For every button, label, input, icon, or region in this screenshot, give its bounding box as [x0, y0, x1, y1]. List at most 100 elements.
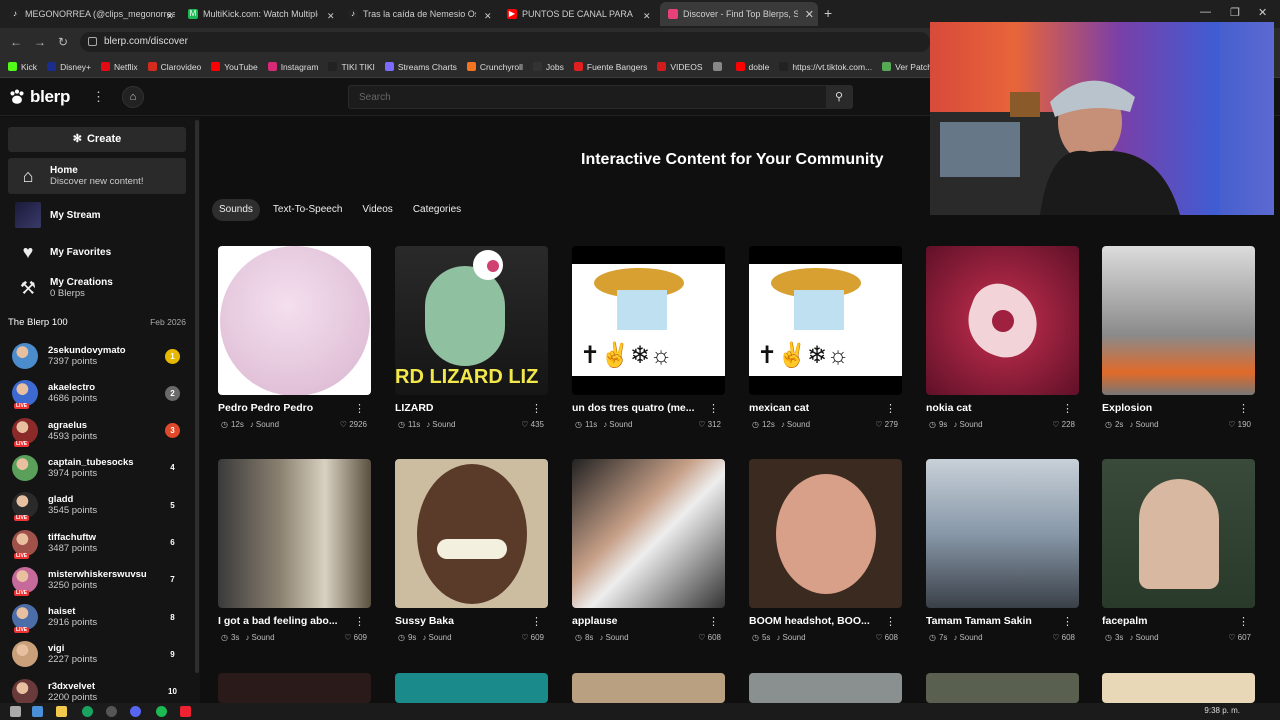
card-more-icon[interactable]: ⋮: [531, 615, 542, 628]
discord-icon[interactable]: [130, 706, 141, 717]
spotify-icon[interactable]: [156, 706, 167, 717]
bookmark-item[interactable]: Crunchyroll: [466, 62, 523, 72]
sound-card[interactable]: nokia cat ⋮ ◷ 9s ♪ Sound ♡ 228: [926, 246, 1079, 429]
home-icon[interactable]: ⌂: [122, 86, 144, 108]
sound-thumbnail[interactable]: [926, 459, 1079, 608]
sound-thumbnail[interactable]: [749, 673, 902, 703]
tab-categories[interactable]: Categories: [406, 199, 468, 221]
close-window-icon[interactable]: ✕: [1258, 6, 1267, 19]
bookmark-item[interactable]: Jobs: [532, 62, 564, 72]
sound-title[interactable]: Sussy Baka: [395, 615, 530, 627]
leaderboard-row[interactable]: LIVE haiset 2916 points 8: [12, 600, 184, 634]
tab-text-to-speech[interactable]: Text-To-Speech: [266, 199, 349, 221]
sound-likes[interactable]: ♡ 608: [875, 633, 898, 642]
sound-thumbnail[interactable]: [395, 459, 548, 608]
search-icon[interactable]: ⚲: [826, 86, 852, 108]
chrome-icon[interactable]: [82, 706, 93, 717]
widgets-icon[interactable]: [10, 706, 21, 717]
start-icon[interactable]: [32, 706, 43, 717]
leaderboard-row[interactable]: LIVE gladd 3545 points 5: [12, 488, 184, 522]
bookmark-item[interactable]: Clarovideo: [147, 62, 201, 72]
sound-thumbnail[interactable]: ✝✌❄☼: [572, 246, 725, 395]
leaderboard-row[interactable]: captain_tubesocks 3974 points 4: [12, 451, 184, 485]
sound-thumbnail[interactable]: [218, 673, 371, 703]
sound-title[interactable]: Explosion: [1102, 402, 1237, 414]
sound-likes[interactable]: ♡ 190: [1228, 420, 1251, 429]
leaderboard-row[interactable]: vigi 2227 points 9: [12, 637, 184, 671]
tab-videos[interactable]: Videos: [355, 199, 399, 221]
card-more-icon[interactable]: ⋮: [708, 402, 719, 415]
sound-title[interactable]: mexican cat: [749, 402, 884, 414]
browser-tab-active[interactable]: Discover - Find Top Blerps, Streaming ✕: [660, 2, 818, 26]
sound-card[interactable]: I got a bad feeling abo... ⋮ ◷ 3s ♪ Sound ♡ 60…: [218, 459, 371, 642]
bookmark-item[interactable]: Streams Charts: [384, 62, 457, 72]
card-more-icon[interactable]: ⋮: [1062, 402, 1073, 415]
browser-tab[interactable]: ♪ Tras la caída de Nemesio Oseguera: [348, 4, 476, 24]
sound-card[interactable]: facepalm ⋮ ◷ 3s ♪ Sound ♡ 607: [1102, 459, 1255, 642]
sidebar-item-home[interactable]: ⌂ Home Discover new content!: [8, 158, 186, 194]
leaderboard-row[interactable]: 2sekundovymato 7397 points 1: [12, 339, 184, 373]
sound-card[interactable]: BOOM headshot, BOO... ⋮ ◷ 5s ♪ Sound ♡ 608: [749, 459, 902, 642]
sound-card[interactable]: Explosion ⋮ ◷ 2s ♪ Sound ♡ 190: [1102, 246, 1255, 429]
sound-title[interactable]: Tamam Tamam Sakin: [926, 615, 1061, 627]
sound-thumbnail[interactable]: ✝✌❄☼: [749, 246, 902, 395]
app-icon[interactable]: [106, 706, 117, 717]
tab-sounds[interactable]: Sounds: [212, 199, 260, 221]
url-field[interactable]: blerp.com/discover: [80, 32, 930, 52]
sound-likes[interactable]: ♡ 609: [521, 633, 544, 642]
card-more-icon[interactable]: ⋮: [531, 402, 542, 415]
new-tab-icon[interactable]: +: [824, 5, 832, 21]
close-tab-icon[interactable]: ✕: [805, 8, 814, 21]
bookmark-item[interactable]: Fuente Bangers: [573, 62, 647, 72]
close-tab-icon[interactable]: ✕: [643, 6, 653, 26]
bookmark-item[interactable]: Instagram: [267, 62, 318, 72]
sound-thumbnail[interactable]: [1102, 246, 1255, 395]
sound-thumbnail[interactable]: [749, 459, 902, 608]
leaderboard-row[interactable]: LIVE tiffachuftw 3487 points 6: [12, 526, 184, 560]
sound-likes[interactable]: ♡ 609: [344, 633, 367, 642]
sidebar-item-my-favorites[interactable]: ♥ My Favorites: [8, 237, 186, 267]
sound-title[interactable]: nokia cat: [926, 402, 1061, 414]
blerp-logo[interactable]: blerp: [8, 87, 70, 107]
forward-arrow-icon[interactable]: →: [34, 35, 46, 49]
card-more-icon[interactable]: ⋮: [1062, 615, 1073, 628]
card-more-icon[interactable]: ⋮: [708, 615, 719, 628]
sound-thumbnail[interactable]: [926, 246, 1079, 395]
sound-thumbnail[interactable]: [572, 673, 725, 703]
sound-thumbnail[interactable]: [926, 673, 1079, 703]
sound-card[interactable]: ✝✌❄☼ un dos tres quatro (me... ⋮ ◷ 11s ♪ Sound…: [572, 246, 725, 429]
create-button[interactable]: ✻ Create: [8, 127, 186, 152]
sound-likes[interactable]: ♡ 228: [1052, 420, 1075, 429]
reload-icon[interactable]: ↻: [58, 35, 68, 49]
sound-card[interactable]: Tamam Tamam Sakin ⋮ ◷ 7s ♪ Sound ♡ 608: [926, 459, 1079, 642]
card-more-icon[interactable]: ⋮: [885, 615, 896, 628]
sound-likes[interactable]: ♡ 2926: [340, 420, 367, 429]
sound-thumbnail[interactable]: [1102, 459, 1255, 608]
bookmark-item[interactable]: https://vt.tiktok.com...: [779, 62, 872, 72]
sound-card[interactable]: Sussy Baka ⋮ ◷ 9s ♪ Sound ♡ 609: [395, 459, 548, 642]
sound-card[interactable]: RD LIZARD LIZ LIZARD ⋮ ◷ 11s ♪ Sound ♡ 435: [395, 246, 548, 429]
card-more-icon[interactable]: ⋮: [354, 615, 365, 628]
bookmark-item[interactable]: VIDEOS: [657, 62, 703, 72]
sidebar-scrollbar[interactable]: [195, 120, 199, 673]
close-tab-icon[interactable]: ✕: [166, 6, 176, 26]
browser-tab[interactable]: M MultiKick.com: Watch Multiple Kick: [188, 4, 318, 24]
bookmark-item[interactable]: Kick: [8, 62, 37, 72]
card-more-icon[interactable]: ⋮: [885, 402, 896, 415]
maximize-icon[interactable]: ❐: [1230, 6, 1240, 19]
sound-likes[interactable]: ♡ 312: [698, 420, 721, 429]
card-more-icon[interactable]: ⋮: [1238, 402, 1249, 415]
sound-thumbnail[interactable]: [1102, 673, 1255, 703]
bookmark-item[interactable]: Netflix: [101, 62, 138, 72]
bookmark-item[interactable]: doble: [735, 62, 769, 72]
sound-likes[interactable]: ♡ 279: [875, 420, 898, 429]
bookmark-item[interactable]: TIKI TIKI: [328, 62, 375, 72]
sidebar-item-my-creations[interactable]: ⚒ My Creations 0 Blerps: [8, 272, 186, 304]
tiktok-app-icon[interactable]: [180, 706, 191, 717]
sound-card[interactable]: Pedro Pedro Pedro ⋮ ◷ 12s ♪ Sound ♡ 2926: [218, 246, 371, 429]
sound-thumbnail[interactable]: [218, 459, 371, 608]
sound-title[interactable]: BOOM headshot, BOO...: [749, 615, 884, 627]
back-arrow-icon[interactable]: ←: [10, 35, 22, 49]
sound-thumbnail[interactable]: RD LIZARD LIZ: [395, 246, 548, 395]
close-tab-icon[interactable]: ✕: [484, 6, 494, 26]
